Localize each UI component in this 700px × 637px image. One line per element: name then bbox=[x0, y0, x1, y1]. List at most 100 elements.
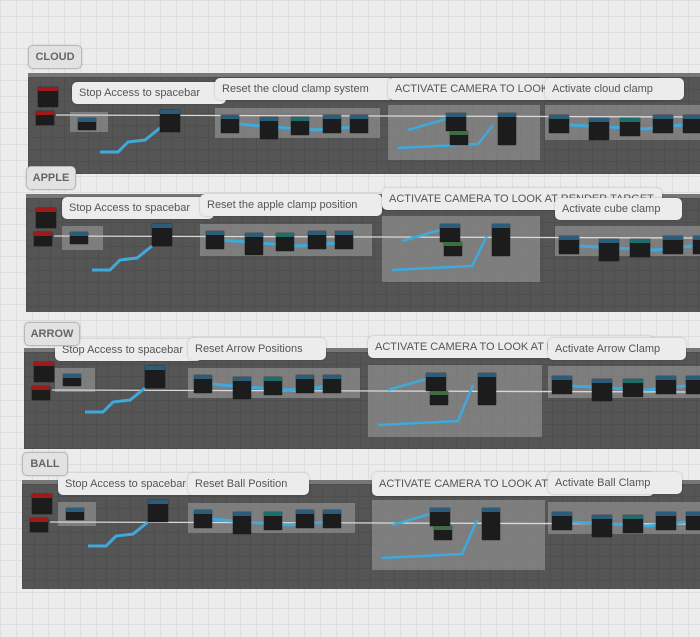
comment-title-reset-label: Reset the cloud clamp system bbox=[222, 83, 369, 95]
function-node[interactable] bbox=[148, 500, 168, 522]
event-node[interactable] bbox=[38, 87, 58, 107]
activate-camera-node[interactable] bbox=[478, 373, 496, 405]
set-view-target-node[interactable] bbox=[440, 224, 460, 242]
reset-node[interactable] bbox=[194, 375, 212, 393]
reset-node[interactable] bbox=[335, 231, 353, 249]
reset-node[interactable] bbox=[194, 510, 212, 528]
comment-title-activate-clamp-label: Activate Ball Clamp bbox=[555, 477, 651, 489]
reset-node[interactable] bbox=[291, 117, 309, 135]
reset-node[interactable] bbox=[221, 115, 239, 133]
comment-title-stop-access-label: Stop Access to spacebar bbox=[79, 87, 201, 99]
comment-title-reset[interactable]: Reset the apple clamp position bbox=[200, 194, 382, 216]
comment-title-reset[interactable]: Reset Arrow Positions bbox=[188, 338, 326, 360]
disable-input-node[interactable] bbox=[70, 232, 88, 244]
comment-title-reset[interactable]: Reset the cloud clamp system bbox=[215, 78, 394, 100]
get-camera-node[interactable] bbox=[434, 526, 452, 540]
reset-node[interactable] bbox=[233, 512, 251, 534]
disable-input-node[interactable] bbox=[66, 508, 84, 520]
section-tag[interactable]: BALL bbox=[22, 452, 68, 476]
set-view-target-node[interactable] bbox=[426, 373, 446, 391]
clamp-node[interactable] bbox=[630, 239, 650, 257]
clamp-node[interactable] bbox=[663, 236, 683, 254]
clamp-node[interactable] bbox=[686, 512, 700, 530]
event-node[interactable] bbox=[32, 494, 52, 514]
event-node[interactable] bbox=[32, 386, 50, 400]
section-tag[interactable]: ARROW bbox=[24, 322, 80, 346]
function-node[interactable] bbox=[160, 110, 180, 132]
comment-box-activate-camera[interactable] bbox=[368, 365, 542, 437]
clamp-node[interactable] bbox=[693, 236, 700, 254]
reset-node[interactable] bbox=[296, 510, 314, 528]
comment-title-stop-access-label: Stop Access to spacebar bbox=[62, 344, 184, 356]
clamp-node[interactable] bbox=[623, 515, 643, 533]
comment-title-activate-clamp-label: Activate cube clamp bbox=[562, 203, 661, 215]
comment-title-reset-label: Reset Ball Position bbox=[195, 478, 288, 490]
comment-title-activate-clamp[interactable]: Activate Arrow Clamp bbox=[548, 338, 686, 360]
reset-node[interactable] bbox=[308, 231, 326, 249]
section-tag-label: ARROW bbox=[30, 328, 74, 340]
activate-camera-node[interactable] bbox=[482, 508, 500, 540]
event-node[interactable] bbox=[36, 208, 56, 228]
clamp-node[interactable] bbox=[552, 512, 572, 530]
disable-input-node[interactable] bbox=[63, 374, 81, 386]
reset-node[interactable] bbox=[276, 233, 294, 251]
comment-title-reset[interactable]: Reset Ball Position bbox=[188, 473, 309, 495]
reset-node[interactable] bbox=[264, 512, 282, 530]
comment-title-stop-access-label: Stop Access to spacebar bbox=[69, 202, 191, 214]
event-node[interactable] bbox=[34, 362, 54, 382]
reset-node[interactable] bbox=[323, 115, 341, 133]
reset-node[interactable] bbox=[206, 231, 224, 249]
function-node[interactable] bbox=[152, 224, 172, 246]
reset-node[interactable] bbox=[264, 377, 282, 395]
set-view-target-node[interactable] bbox=[446, 113, 466, 131]
section-tag[interactable]: CLOUD bbox=[28, 45, 82, 69]
clamp-node[interactable] bbox=[656, 512, 676, 530]
clamp-node[interactable] bbox=[656, 376, 676, 394]
comment-title-stop-access[interactable]: Stop Access to spacebar bbox=[58, 473, 202, 495]
reset-node[interactable] bbox=[350, 115, 368, 133]
get-camera-node[interactable] bbox=[430, 391, 448, 405]
comment-title-reset-label: Reset Arrow Positions bbox=[195, 343, 303, 355]
clamp-node[interactable] bbox=[683, 115, 700, 133]
function-node[interactable] bbox=[145, 366, 165, 388]
comment-title-stop-access[interactable]: Stop Access to spacebar bbox=[62, 197, 214, 219]
activate-camera-node[interactable] bbox=[492, 224, 510, 256]
section-tag-label: BALL bbox=[30, 458, 60, 470]
disable-input-node[interactable] bbox=[78, 118, 96, 130]
section-tag[interactable]: APPLE bbox=[26, 166, 76, 190]
clamp-node[interactable] bbox=[552, 376, 572, 394]
clamp-node[interactable] bbox=[620, 118, 640, 136]
clamp-node[interactable] bbox=[686, 376, 700, 394]
clamp-node[interactable] bbox=[592, 515, 612, 537]
reset-node[interactable] bbox=[245, 233, 263, 255]
get-camera-node[interactable] bbox=[450, 131, 468, 145]
get-camera-node[interactable] bbox=[444, 242, 462, 256]
clamp-node[interactable] bbox=[559, 236, 579, 254]
clamp-node[interactable] bbox=[589, 118, 609, 140]
comment-title-activate-clamp[interactable]: Activate cube clamp bbox=[555, 198, 682, 220]
reset-node[interactable] bbox=[296, 375, 314, 393]
section-tag-label: CLOUD bbox=[35, 51, 75, 63]
reset-node[interactable] bbox=[323, 375, 341, 393]
set-view-target-node[interactable] bbox=[430, 508, 450, 526]
reset-node[interactable] bbox=[323, 510, 341, 528]
event-node[interactable] bbox=[34, 232, 52, 246]
comment-title-activate-clamp[interactable]: Activate cloud clamp bbox=[545, 78, 684, 100]
clamp-node[interactable] bbox=[599, 239, 619, 261]
event-node[interactable] bbox=[36, 111, 54, 125]
clamp-node[interactable] bbox=[623, 379, 643, 397]
clamp-node[interactable] bbox=[549, 115, 569, 133]
comment-box-activate-camera[interactable] bbox=[372, 500, 545, 570]
comment-title-activate-clamp-label: Activate cloud clamp bbox=[552, 83, 653, 95]
reset-node[interactable] bbox=[260, 117, 278, 139]
clamp-node[interactable] bbox=[592, 379, 612, 401]
activate-camera-node[interactable] bbox=[498, 113, 516, 145]
reset-node[interactable] bbox=[233, 377, 251, 399]
comment-title-stop-access[interactable]: Stop Access to spacebar bbox=[72, 82, 226, 104]
comment-title-activate-clamp[interactable]: Activate Ball Clamp bbox=[548, 472, 682, 494]
clamp-node[interactable] bbox=[653, 115, 673, 133]
event-node[interactable] bbox=[30, 518, 48, 532]
comment-title-reset-label: Reset the apple clamp position bbox=[207, 199, 358, 211]
comment-title-stop-access-label: Stop Access to spacebar bbox=[65, 478, 187, 490]
section-tag-label: APPLE bbox=[32, 172, 70, 184]
